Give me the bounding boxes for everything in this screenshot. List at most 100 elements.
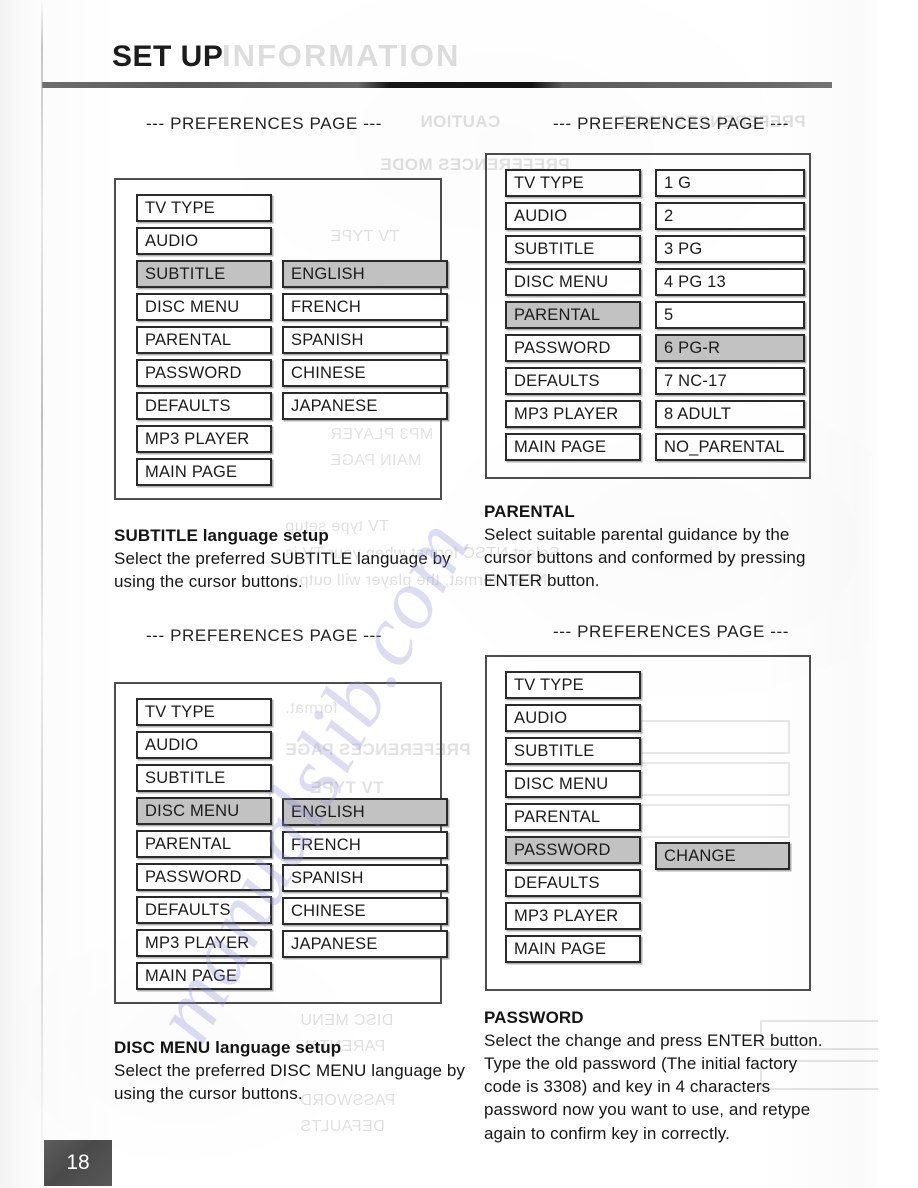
menu-item-chinese[interactable]: CHINESE [282, 359, 448, 387]
menu-item-japanese[interactable]: JAPANESE [282, 930, 448, 958]
menu-item-spanish[interactable]: SPANISH [282, 864, 448, 892]
menu-item-password[interactable]: PASSWORD [505, 334, 641, 362]
menu-item-mp3-player[interactable]: MP3 PLAYER [505, 902, 641, 930]
menu-item-5[interactable]: 5 [655, 301, 805, 329]
menu-item-main-page[interactable]: MAIN PAGE [505, 935, 641, 963]
caption-parental: PARENTAL Select suitable parental guidan… [484, 500, 824, 592]
osd-screen-password: TV TYPE AUDIO SUBTITLE DISC MENU PARENTAL PAS… [485, 655, 811, 991]
menu-item-no-parental[interactable]: NO_PARENTAL [655, 433, 805, 461]
menu-item-audio[interactable]: AUDIO [505, 704, 641, 732]
menu-item-english[interactable]: ENGLISH [282, 260, 448, 288]
caption-disc-menu: DISC MENU language setup Select the pref… [114, 1036, 466, 1105]
menu-item-subtitle[interactable]: SUBTITLE [136, 764, 272, 792]
menu-item-spanish[interactable]: SPANISH [282, 326, 448, 354]
menu-item-disc-menu[interactable]: DISC MENU [136, 293, 272, 321]
caption-title: PARENTAL [484, 502, 575, 521]
menu-column-right: ENGLISH FRENCH SPANISH CHINESE JAPANESE [282, 260, 448, 425]
menu-item-label: 7 NC-17 [664, 371, 727, 390]
menu-item-mp3-player[interactable]: MP3 PLAYER [505, 400, 641, 428]
menu-item-label: DEFAULTS [145, 900, 231, 919]
menu-column-right: 1 G 2 3 PG 4 PG 13 5 6 PG-R 7 NC-17 8 ADULT NO_P… [655, 169, 805, 466]
manual-page: PREFERENCES PAGE CAUTION PREFERENCES MOD… [0, 0, 918, 1188]
menu-item-label: SUBTITLE [145, 264, 226, 283]
menu-item-6-pg-r[interactable]: 6 PG-R [655, 334, 805, 362]
menu-item-label: NO_PARENTAL [664, 437, 785, 456]
ghost-text: DISC MENU [300, 1012, 394, 1029]
menu-item-main-page[interactable]: MAIN PAGE [505, 433, 641, 461]
caption-body: Select the preferred SUBTITLE language b… [114, 549, 451, 592]
menu-column-left: TV TYPE AUDIO SUBTITLE DISC MENU PARENTAL PAS… [136, 698, 272, 995]
menu-item-main-page[interactable]: MAIN PAGE [136, 458, 272, 486]
menu-item-defaults[interactable]: DEFAULTS [505, 367, 641, 395]
menu-item-label: MAIN PAGE [514, 437, 607, 456]
page-number: 18 [66, 1151, 90, 1174]
menu-item-main-page[interactable]: MAIN PAGE [136, 962, 272, 990]
menu-item-label: CHINESE [291, 363, 366, 382]
menu-item-label: ENGLISH [291, 264, 365, 283]
menu-item-english[interactable]: ENGLISH [282, 798, 448, 826]
menu-item-mp3-player[interactable]: MP3 PLAYER [136, 425, 272, 453]
menu-item-french[interactable]: FRENCH [282, 293, 448, 321]
menu-item-parental[interactable]: PARENTAL [505, 301, 641, 329]
menu-item-label: AUDIO [514, 708, 568, 727]
menu-item-defaults[interactable]: DEFAULTS [136, 392, 272, 420]
menu-item-4-pg-13[interactable]: 4 PG 13 [655, 268, 805, 296]
menu-item-disc-menu[interactable]: DISC MENU [505, 268, 641, 296]
menu-item-japanese[interactable]: JAPANESE [282, 392, 448, 420]
menu-item-chinese[interactable]: CHINESE [282, 897, 448, 925]
menu-item-7-nc-17[interactable]: 7 NC-17 [655, 367, 805, 395]
menu-item-parental[interactable]: PARENTAL [505, 803, 641, 831]
menu-item-label: SPANISH [291, 868, 364, 887]
menu-item-label: 5 [664, 305, 674, 324]
menu-item-label: DISC MENU [145, 297, 240, 316]
menu-item-audio[interactable]: AUDIO [136, 731, 272, 759]
menu-item-change[interactable]: CHANGE [655, 842, 790, 870]
menu-item-subtitle[interactable]: SUBTITLE [505, 235, 641, 263]
menu-item-label: MAIN PAGE [514, 939, 607, 958]
panel-heading-disc-menu: --- PREFERENCES PAGE --- [146, 626, 383, 645]
osd-screen-disc-menu: TV TYPE AUDIO SUBTITLE DISC MENU PARENTAL PAS… [114, 682, 448, 1004]
menu-item-label: MAIN PAGE [145, 462, 238, 481]
menu-item-subtitle[interactable]: SUBTITLE [136, 260, 272, 288]
menu-item-audio[interactable]: AUDIO [505, 202, 641, 230]
menu-item-disc-menu[interactable]: DISC MENU [136, 797, 272, 825]
menu-item-parental[interactable]: PARENTAL [136, 830, 272, 858]
menu-item-3-pg[interactable]: 3 PG [655, 235, 805, 263]
menu-item-french[interactable]: FRENCH [282, 831, 448, 859]
caption-password: PASSWORD Select the change and press ENT… [484, 1006, 824, 1145]
panel-heading-parental: --- PREFERENCES PAGE --- [553, 114, 790, 133]
menu-item-parental[interactable]: PARENTAL [136, 326, 272, 354]
menu-item-password[interactable]: PASSWORD [505, 836, 641, 864]
menu-item-password[interactable]: PASSWORD [136, 359, 272, 387]
ghost-text: DEFAULTS [300, 1118, 385, 1135]
menu-item-label: 4 PG 13 [664, 272, 726, 291]
ghost-text: CAUTION [420, 112, 501, 131]
menu-item-label: 8 ADULT [664, 404, 732, 423]
menu-item-tv-type[interactable]: TV TYPE [505, 671, 641, 699]
menu-item-label: FRENCH [291, 297, 361, 316]
menu-item-label: SUBTITLE [145, 768, 226, 787]
menu-item-audio[interactable]: AUDIO [136, 227, 272, 255]
menu-item-label: MP3 PLAYER [514, 906, 619, 925]
menu-item-label: CHINESE [291, 901, 366, 920]
caption-title: SUBTITLE language setup [114, 526, 329, 545]
menu-item-label: TV TYPE [145, 198, 215, 217]
menu-item-subtitle[interactable]: SUBTITLE [505, 737, 641, 765]
menu-item-tv-type[interactable]: TV TYPE [136, 194, 272, 222]
menu-item-tv-type[interactable]: TV TYPE [136, 698, 272, 726]
menu-column-left: TV TYPE AUDIO SUBTITLE DISC MENU PARENTAL PAS… [505, 671, 641, 968]
menu-item-password[interactable]: PASSWORD [136, 863, 272, 891]
menu-item-defaults[interactable]: DEFAULTS [136, 896, 272, 924]
menu-item-tv-type[interactable]: TV TYPE [505, 169, 641, 197]
header-rule [42, 82, 832, 88]
menu-item-8-adult[interactable]: 8 ADULT [655, 400, 805, 428]
menu-item-label: JAPANESE [291, 934, 378, 953]
menu-item-mp3-player[interactable]: MP3 PLAYER [136, 929, 272, 957]
menu-item-disc-menu[interactable]: DISC MENU [505, 770, 641, 798]
menu-item-2[interactable]: 2 [655, 202, 805, 230]
menu-item-1-g[interactable]: 1 G [655, 169, 805, 197]
menu-column-left: TV TYPE AUDIO SUBTITLE DISC MENU PARENTAL PAS… [505, 169, 641, 466]
menu-column-left: TV TYPE AUDIO SUBTITLE DISC MENU PARENTAL PAS… [136, 194, 272, 491]
panel-heading-subtitle: --- PREFERENCES PAGE --- [146, 114, 383, 133]
menu-item-defaults[interactable]: DEFAULTS [505, 869, 641, 897]
